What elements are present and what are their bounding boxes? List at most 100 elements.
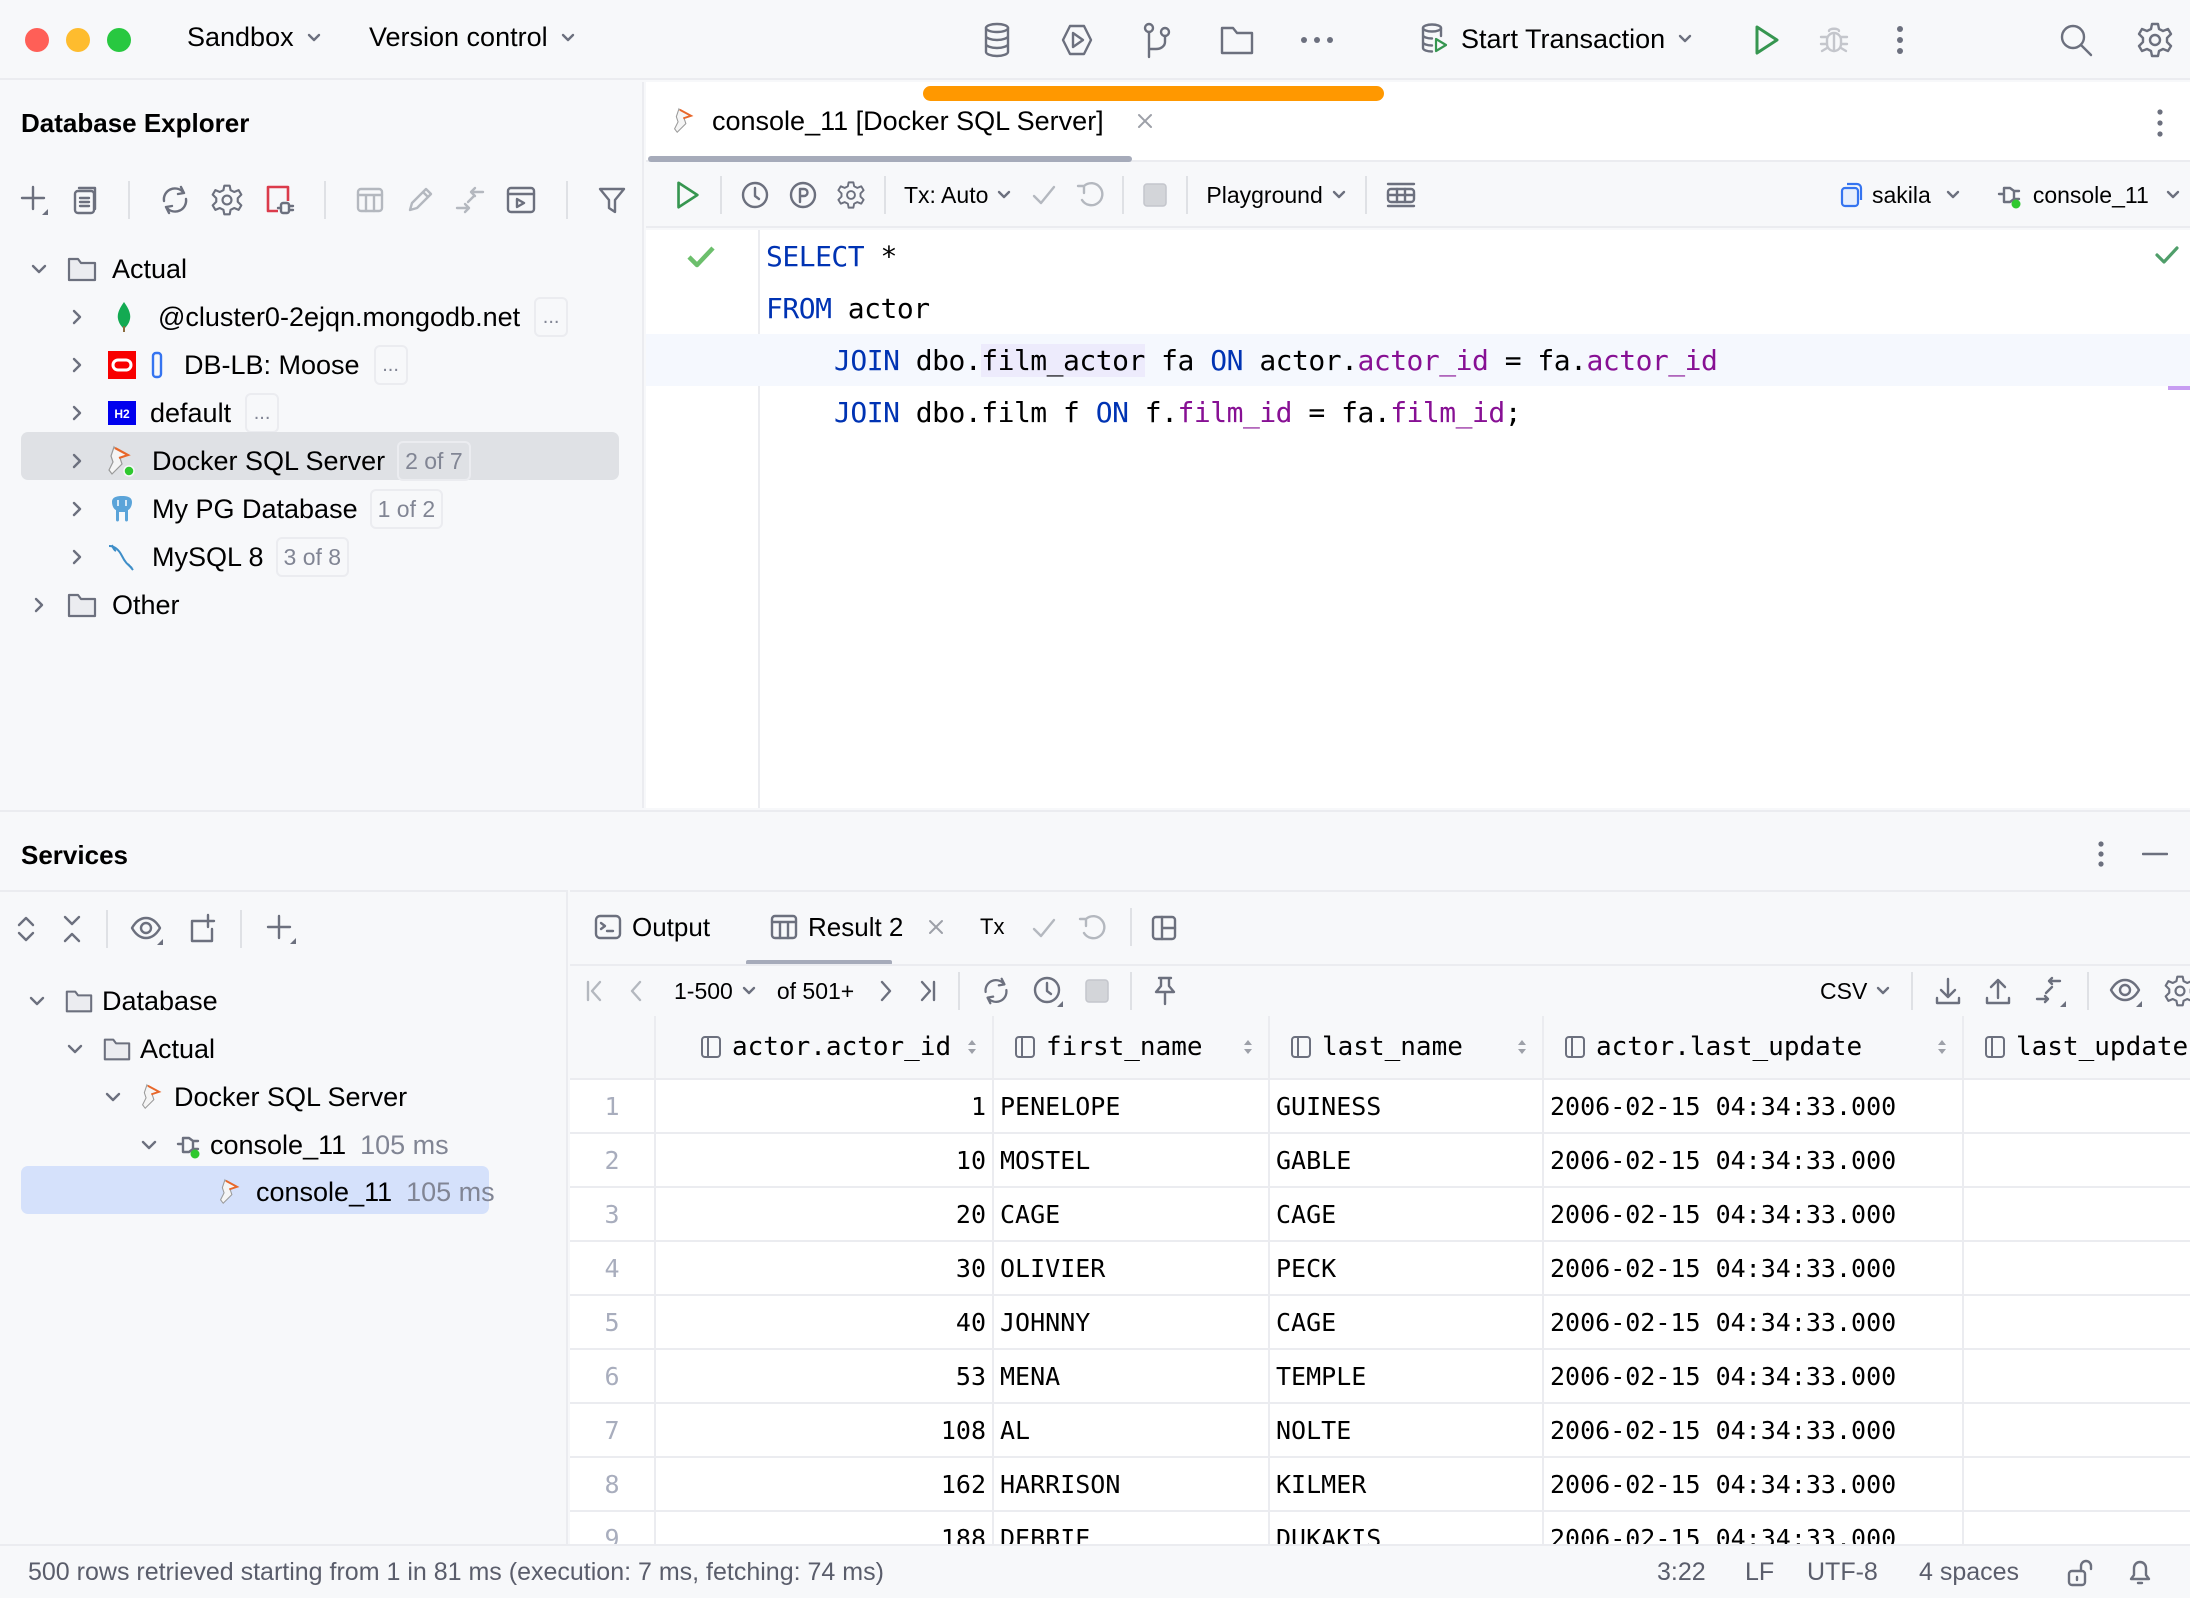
settings-icon[interactable] <box>836 180 866 210</box>
table-cell[interactable] <box>1964 1512 2190 1546</box>
tx-button[interactable]: Tx <box>980 892 1004 962</box>
chevron-right-icon[interactable] <box>64 352 90 378</box>
table-cell[interactable]: 2006-02-15 04:34:33.000 <box>1544 1134 1964 1188</box>
tab-result-2[interactable]: Result 2 <box>770 892 945 962</box>
table-cell[interactable]: 108 <box>656 1404 994 1458</box>
search-everywhere-button[interactable] <box>2056 18 2096 62</box>
playground-mode-selector[interactable]: Playground <box>1206 182 1346 209</box>
services-tree-session[interactable]: console_11 105 ms <box>136 1122 449 1168</box>
settings-icon[interactable] <box>210 183 244 217</box>
table-cell[interactable]: NOLTE <box>1270 1404 1544 1458</box>
table-cell[interactable]: 2006-02-15 04:34:33.000 <box>1544 1242 1964 1296</box>
previous-page-icon[interactable] <box>626 978 648 1004</box>
chevron-right-icon[interactable] <box>64 544 90 570</box>
table-cell[interactable]: 30 <box>656 1242 994 1296</box>
filter-icon[interactable] <box>596 184 628 216</box>
table-cell[interactable]: KILMER <box>1270 1458 1544 1512</box>
chevron-down-icon[interactable] <box>62 1036 88 1062</box>
close-icon[interactable] <box>927 918 945 936</box>
tree-item-mysql[interactable]: MySQL 8 3 of 8 <box>64 534 350 580</box>
collapse-all-icon[interactable] <box>60 913 84 945</box>
tx-mode-selector[interactable]: Tx: Auto <box>904 182 1012 209</box>
tree-item-postgres[interactable]: My PG Database 1 of 2 <box>64 486 444 532</box>
hide-panel-button[interactable] <box>2142 852 2168 856</box>
more-badge[interactable]: ... <box>534 297 569 337</box>
table-cell[interactable]: 2006-02-15 04:34:33.000 <box>1544 1296 1964 1350</box>
column-header[interactable]: last_name <box>1270 1016 1544 1080</box>
pin-icon[interactable] <box>1152 975 1178 1007</box>
services-options-button[interactable] <box>2097 840 2105 868</box>
vcs-selector[interactable]: Version control <box>369 22 576 53</box>
sql-editor[interactable]: SELECT * FROM actor JOIN dbo. film_actor … <box>646 230 2190 808</box>
compare-icon[interactable] <box>2033 975 2067 1007</box>
view-options-icon[interactable] <box>130 913 164 945</box>
commit-icon[interactable] <box>1030 181 1058 209</box>
disconnect-icon[interactable] <box>262 183 296 217</box>
tab-output[interactable]: Output <box>594 892 710 962</box>
tree-item-mongodb[interactable]: @cluster0-2ejqn.mongodb.net ... <box>64 294 569 340</box>
close-window-button[interactable] <box>25 28 49 52</box>
settings-icon[interactable] <box>2163 974 2190 1008</box>
table-cell[interactable]: 2006-02-15 04:34:33.000 <box>1544 1458 1964 1512</box>
last-page-icon[interactable] <box>916 978 938 1004</box>
table-cell[interactable] <box>1964 1350 2190 1404</box>
export-format-selector[interactable]: CSV <box>1820 978 1891 1005</box>
chevron-down-icon[interactable] <box>26 256 52 282</box>
table-icon[interactable] <box>354 184 386 216</box>
tree-item-docker-sql-server[interactable]: Docker SQL Server 2 of 7 <box>64 438 471 484</box>
add-icon[interactable] <box>18 183 52 217</box>
compare-icon[interactable] <box>454 184 486 216</box>
table-cell[interactable]: DUKAKIS <box>1270 1512 1544 1546</box>
tree-item-oracle[interactable]: DB-LB: Moose ... <box>64 342 408 388</box>
sort-icon[interactable] <box>1242 1036 1254 1058</box>
schema-count-badge[interactable]: 2 of 7 <box>397 441 471 481</box>
table-cell[interactable] <box>1964 1296 2190 1350</box>
table-cell[interactable]: 2006-02-15 04:34:33.000 <box>1544 1188 1964 1242</box>
table-cell[interactable] <box>1964 1134 2190 1188</box>
more-badge[interactable]: ... <box>373 345 408 385</box>
table-cell[interactable]: JOHNNY <box>994 1296 1270 1350</box>
table-cell[interactable]: 2006-02-15 04:34:33.000 <box>1544 1512 1964 1546</box>
services-tree-database[interactable]: Database <box>24 978 218 1024</box>
more-tools-button[interactable] <box>1297 18 1337 62</box>
table-cell[interactable]: HARRISON <box>994 1458 1270 1512</box>
chevron-right-icon[interactable] <box>64 496 90 522</box>
stop-icon[interactable] <box>1142 181 1168 209</box>
chevron-right-icon[interactable] <box>64 448 90 474</box>
table-cell[interactable]: MOSTEL <box>994 1134 1270 1188</box>
result-grid[interactable]: actor.actor_id first_name last_name actor.l… <box>570 1016 2190 1546</box>
table-cell[interactable] <box>1964 1404 2190 1458</box>
ide-settings-button[interactable] <box>2135 18 2175 62</box>
schema-count-badge[interactable]: 1 of 2 <box>369 489 444 529</box>
file-encoding[interactable]: UTF-8 <box>1807 1558 1878 1587</box>
stop-icon[interactable] <box>1084 977 1110 1005</box>
indent-setting[interactable]: 4 spaces <box>1919 1558 2019 1587</box>
table-cell[interactable]: PECK <box>1270 1242 1544 1296</box>
table-cell[interactable]: 40 <box>656 1296 994 1350</box>
tree-item-actual[interactable]: Actual <box>26 246 187 292</box>
upload-icon[interactable] <box>1983 976 2013 1006</box>
tree-item-h2[interactable]: H2 default ... <box>64 390 280 436</box>
minimize-window-button[interactable] <box>66 28 90 52</box>
add-service-icon[interactable] <box>264 912 298 946</box>
tree-item-other[interactable]: Other <box>26 582 180 628</box>
unlock-icon[interactable] <box>2066 1558 2094 1588</box>
inspection-ok-icon[interactable] <box>2154 244 2180 266</box>
schema-selector[interactable]: sakila <box>1840 182 1961 209</box>
table-cell[interactable]: AL <box>994 1404 1270 1458</box>
chevron-down-icon[interactable] <box>136 1132 162 1158</box>
chevron-right-icon[interactable] <box>26 592 52 618</box>
next-page-icon[interactable] <box>874 978 896 1004</box>
table-cell[interactable] <box>1964 1458 2190 1512</box>
table-cell[interactable]: 2006-02-15 04:34:33.000 <box>1544 1350 1964 1404</box>
table-cell[interactable]: 1 <box>656 1080 994 1134</box>
rollback-icon[interactable] <box>1076 181 1104 209</box>
table-cell[interactable]: CAGE <box>994 1188 1270 1242</box>
debug-button[interactable] <box>1814 18 1854 62</box>
main-menu-button[interactable] <box>1880 18 1920 62</box>
tab-options-button[interactable] <box>2156 108 2164 138</box>
table-cell[interactable]: GUINESS <box>1270 1080 1544 1134</box>
table-cell[interactable]: 20 <box>656 1188 994 1242</box>
table-cell[interactable] <box>1964 1080 2190 1134</box>
maximize-window-button[interactable] <box>107 28 131 52</box>
